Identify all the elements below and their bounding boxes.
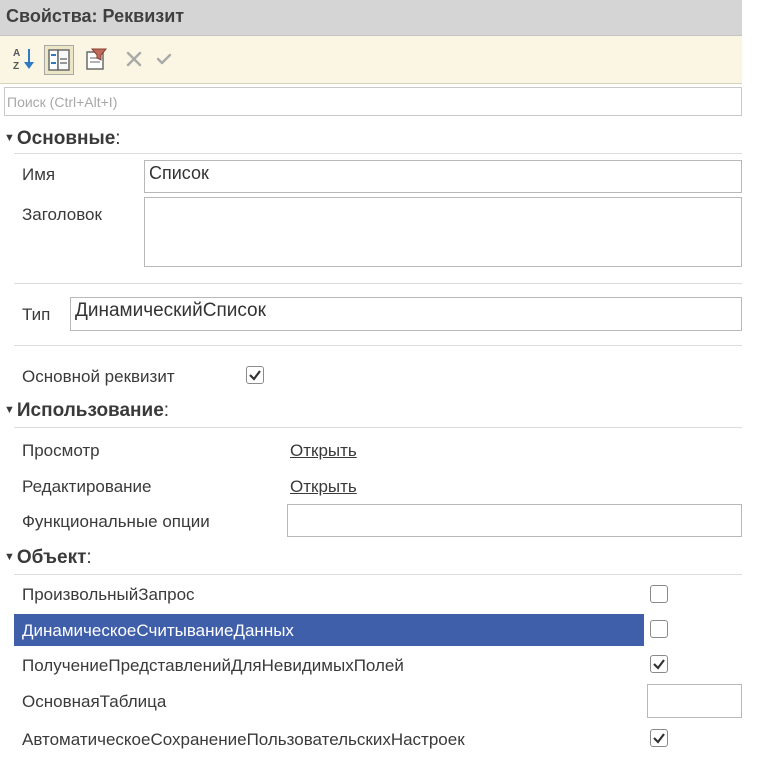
toolbar: A Z	[0, 36, 742, 84]
functional-options-field[interactable]	[287, 504, 742, 537]
svg-text:A: A	[13, 48, 20, 59]
expand-triangle-icon[interactable]: ▼	[4, 132, 15, 144]
name-field[interactable]: Список	[144, 160, 742, 193]
section-main-title: Основные	[16, 128, 116, 149]
divider	[14, 153, 742, 154]
checkmark-icon[interactable]	[150, 45, 178, 73]
name-label: Имя	[22, 165, 56, 184]
dynamic-data-read-checkbox[interactable]	[650, 620, 668, 638]
main-table-label: ОсновнаяТаблица	[22, 692, 167, 711]
divider	[14, 345, 742, 346]
search-field	[4, 87, 742, 116]
type-label: Тип	[22, 305, 51, 324]
categories-icon[interactable]	[44, 45, 74, 75]
main-attribute-checkbox[interactable]	[246, 366, 264, 384]
divider	[14, 283, 742, 284]
sort-alphabetical-icon[interactable]: A Z	[10, 45, 38, 73]
invisible-fields-label: ПолучениеПредставленийДляНевидимыхПолей	[22, 656, 404, 675]
edit-label: Редактирование	[22, 477, 152, 496]
checkmark-icon	[249, 370, 261, 381]
type-field[interactable]: ДинамическийСписок	[70, 297, 742, 331]
auto-save-settings-label: АвтоматическоеСохранениеПользовательских…	[22, 730, 465, 749]
view-label: Просмотр	[22, 441, 100, 460]
functional-options-label: Функциональные опции	[22, 512, 210, 531]
checkmark-icon	[653, 733, 665, 744]
view-open-link[interactable]: Открыть	[290, 441, 357, 461]
invisible-fields-checkbox[interactable]	[650, 655, 668, 673]
expand-triangle-icon[interactable]: ▼	[4, 551, 15, 563]
auto-save-settings-checkbox[interactable]	[650, 729, 668, 747]
arbitrary-query-label: ПроизвольныйЗапрос	[22, 585, 195, 604]
main-table-field[interactable]	[647, 684, 742, 718]
expand-triangle-icon[interactable]: ▼	[4, 404, 15, 416]
header-label: Заголовок	[22, 205, 102, 224]
section-usage-title: Использование	[16, 400, 164, 421]
section-object-header[interactable]: ▼ Объект:	[4, 547, 92, 569]
checkmark-icon	[653, 659, 665, 670]
filter-icon[interactable]	[82, 45, 110, 73]
close-icon[interactable]	[120, 45, 148, 73]
section-main-header[interactable]: ▼ Основные:	[4, 128, 121, 150]
header-field[interactable]	[144, 197, 742, 267]
section-object-title: Объект	[16, 547, 87, 568]
section-usage-header[interactable]: ▼ Использование:	[4, 400, 169, 422]
divider	[14, 574, 742, 575]
divider	[14, 427, 742, 428]
edit-open-link[interactable]: Открыть	[290, 477, 357, 497]
arbitrary-query-checkbox[interactable]	[650, 585, 668, 603]
window-title: Свойства: Реквизит	[6, 6, 185, 26]
search-input[interactable]	[5, 88, 741, 115]
svg-text:Z: Z	[13, 61, 19, 72]
dynamic-data-read-label: ДинамическоеСчитываниеДанных	[22, 621, 294, 640]
main-attribute-label: Основной реквизит	[22, 367, 175, 386]
